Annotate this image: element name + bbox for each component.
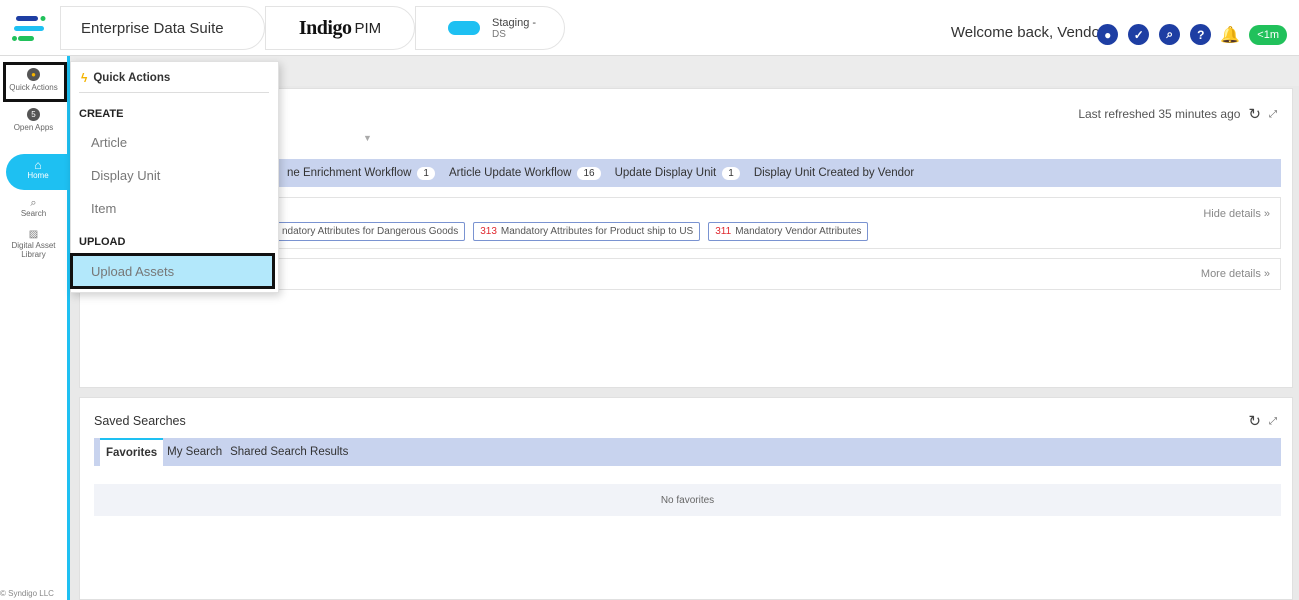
workflow-item[interactable]: Display Unit Created by Vendor (754, 167, 914, 179)
sidebar-item-home[interactable]: ⌂ Home (6, 154, 70, 190)
sidebar-item-quick-actions[interactable]: ● Quick Actions (0, 68, 67, 92)
empty-state: No favorites (94, 484, 1281, 516)
left-sidebar: ● Quick Actions 5 Open Apps ⌂ Home ⌕ Sea… (0, 56, 70, 600)
saved-searches-actions: ↻ ⤢ (1248, 412, 1278, 430)
environment-sub: DS (492, 28, 506, 40)
menu-item-article[interactable]: Article (91, 135, 127, 150)
open-apps-count-icon: 5 (27, 108, 40, 121)
home-icon: ⌂ (34, 158, 42, 172)
workflow-item[interactable]: Article Update Workflow 16 (449, 166, 607, 180)
attribute-chip[interactable]: ndatory Attributes for Dangerous Goods (275, 222, 466, 241)
sidebar-item-label: Home (27, 171, 49, 180)
quick-actions-title: Quick Actions (93, 72, 171, 84)
refresh-icon[interactable]: ↻ (1248, 412, 1261, 430)
saved-searches-tabs: Favorites My Search Shared Search Result… (94, 438, 1281, 466)
search-icon[interactable]: ⌕ (1159, 24, 1181, 45)
quick-actions-header: ϟ Quick Actions (81, 71, 170, 85)
workflow-item[interactable]: ne Enrichment Workflow 1 (287, 166, 441, 180)
menu-item-display-unit[interactable]: Display Unit (91, 168, 160, 183)
sidebar-item-search[interactable]: ⌕ Search (0, 197, 67, 219)
image-icon: ▨ (28, 229, 39, 240)
brand-product: PIM (354, 19, 382, 37)
expand-icon[interactable]: ⤢ (1269, 416, 1278, 427)
sidebar-item-label: Search (20, 209, 47, 218)
more-details-link[interactable]: More details » (1201, 268, 1270, 280)
header-actions: ● ✓ ⌕ ? 🔔 <1m (1097, 24, 1287, 45)
suite-title: Enterprise Data Suite (81, 19, 224, 37)
menu-item-upload-assets[interactable]: Upload Assets (70, 253, 275, 289)
last-refreshed-text: Last refreshed 35 minutes ago (1078, 107, 1241, 121)
workflow-item[interactable]: Update Display Unit 1 (615, 166, 746, 180)
sidebar-item-label: Open Apps (13, 123, 54, 132)
user-profile-icon[interactable]: ● (1097, 24, 1119, 45)
sidebar-item-open-apps[interactable]: 5 Open Apps (0, 108, 67, 132)
saved-searches-title: Saved Searches (94, 414, 186, 428)
time-badge[interactable]: <1m (1249, 24, 1287, 45)
create-section-label: CREATE (79, 108, 124, 120)
copyright: © Syndigo LLC (0, 589, 54, 598)
help-icon[interactable]: ? (1190, 24, 1212, 45)
search-icon: ⌕ (30, 197, 37, 209)
lightbulb-icon: ● (27, 68, 40, 81)
tab-favorites[interactable]: Favorites (100, 438, 164, 466)
task-check-icon[interactable]: ✓ (1128, 24, 1150, 45)
notification-bell-icon[interactable]: 🔔 (1220, 25, 1240, 45)
expand-icon[interactable]: ⤢ (1269, 109, 1278, 120)
enterprise-data-suite-tab[interactable]: Enterprise Data Suite (60, 6, 265, 50)
sidebar-item-label: Library (21, 250, 46, 259)
attribute-chip[interactable]: 313 Mandatory Attributes for Product ship… (473, 222, 701, 241)
sidebar-item-digital-asset-library[interactable]: ▨ Digital Asset Library (0, 229, 67, 259)
menu-item-label: Upload Assets (91, 264, 175, 279)
quick-actions-menu: ϟ Quick Actions CREATE Article Display U… (70, 61, 279, 293)
welcome-message: Welcome back, Vendor! (950, 24, 1109, 41)
brand-name: Indigo (298, 16, 352, 39)
environment-label: Staging - (492, 16, 537, 29)
lightning-icon: ϟ (81, 71, 88, 85)
attribute-chips: ndatory Attributes for Dangerous Goods 3… (275, 222, 869, 241)
sidebar-item-label: Digital Asset (11, 241, 56, 250)
refresh-icon[interactable]: ↻ (1248, 105, 1261, 123)
attribute-chip[interactable]: 311 Mandatory Vendor Attributes (708, 222, 869, 241)
indigo-pim-tab[interactable]: Indigo PIM (265, 6, 415, 50)
syndigo-logo-icon[interactable] (12, 14, 48, 44)
menu-item-item[interactable]: Item (91, 201, 116, 216)
divider (79, 92, 269, 93)
hide-details-link[interactable]: Hide details » (1203, 208, 1270, 220)
sidebar-item-label: Quick Actions (9, 83, 58, 92)
environment-toggle[interactable] (448, 21, 480, 35)
environment-switcher[interactable]: Staging - DS (415, 6, 565, 50)
tab-shared-search-results[interactable]: Shared Search Results (226, 438, 352, 466)
refresh-status: Last refreshed 35 minutes ago ↻ ⤢ (1078, 105, 1278, 123)
chevron-down-icon[interactable]: ▼ (363, 133, 372, 143)
tab-my-search[interactable]: My Search (163, 438, 226, 466)
upload-section-label: UPLOAD (79, 236, 126, 248)
saved-searches-panel: Saved Searches ↻ ⤢ Favorites My Search S… (79, 397, 1293, 600)
top-bar: Enterprise Data Suite Indigo PIM Staging… (0, 0, 1299, 56)
